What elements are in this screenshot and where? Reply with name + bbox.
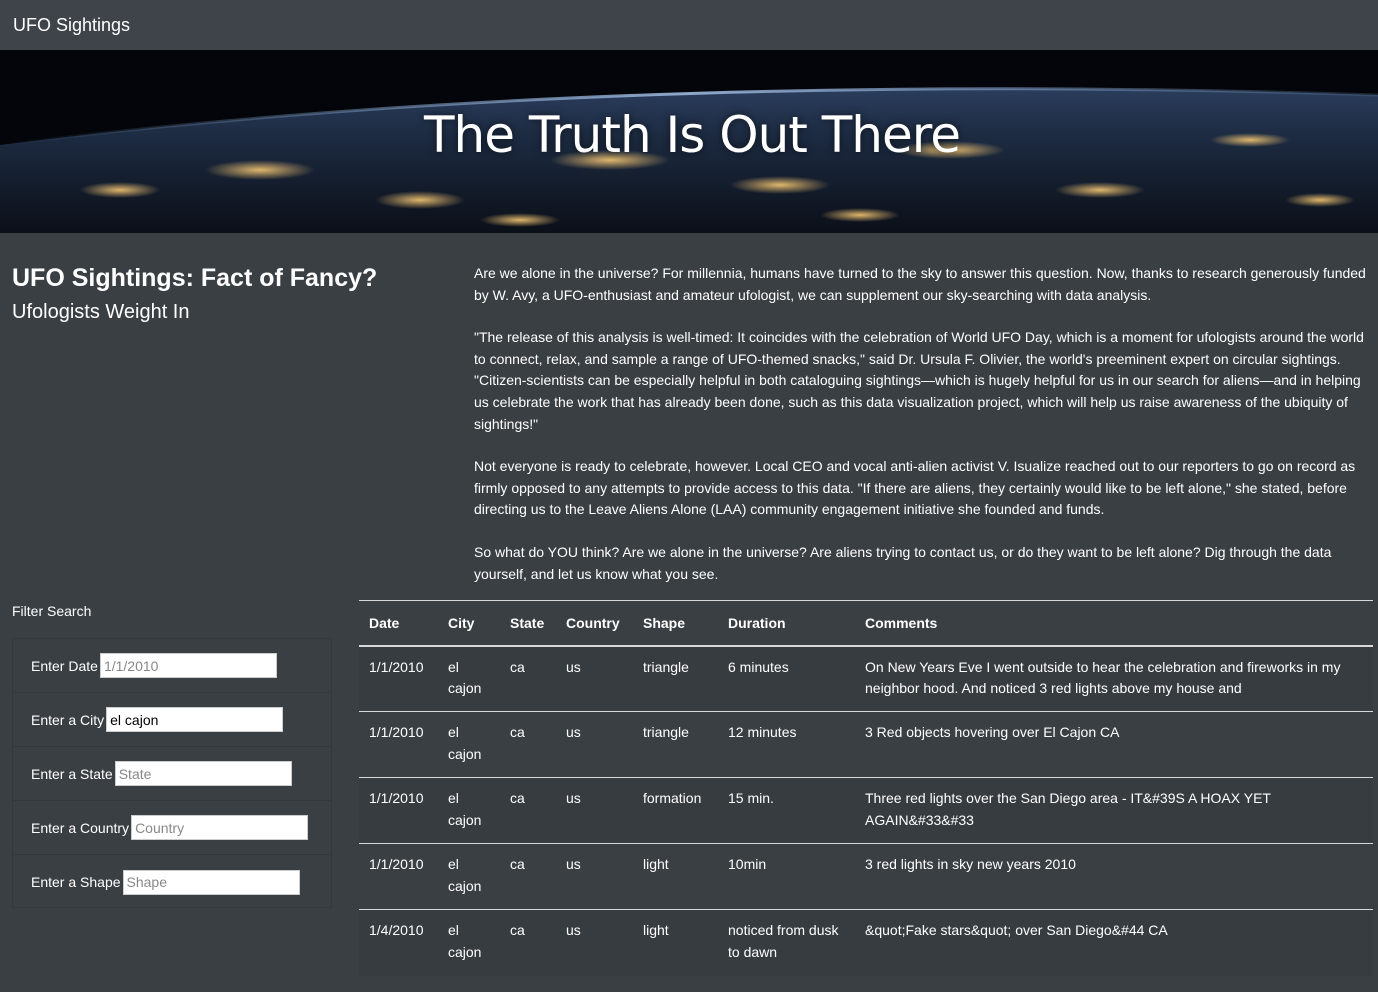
table-row: 1/1/2010 el cajon ca us triangle 12 minu… <box>359 711 1373 778</box>
article-body: Are we alone in the universe? For millen… <box>474 263 1370 606</box>
cell-city: el cajon <box>438 711 500 778</box>
navbar-brand-link[interactable]: UFO Sightings <box>13 15 130 36</box>
table-row: 1/4/2010 el cajon ca us light noticed fr… <box>359 909 1373 976</box>
filter-row-country: Enter a Country <box>13 801 331 855</box>
cell-state: ca <box>500 777 556 844</box>
cell-date: 1/1/2010 <box>359 645 438 712</box>
table-row: 1/1/2010 el cajon ca us triangle 6 minut… <box>359 645 1373 712</box>
column-header-state: State <box>500 600 556 647</box>
cell-shape: triangle <box>633 711 718 778</box>
cell-country: us <box>556 777 633 844</box>
date-filter-label: Enter Date <box>31 657 98 674</box>
cell-country: us <box>556 843 633 910</box>
filter-row-state: Enter a State <box>13 747 331 801</box>
hero-banner: The Truth Is Out There <box>0 50 1378 233</box>
cell-city: el cajon <box>438 645 500 712</box>
city-filter-input[interactable] <box>106 707 284 732</box>
cell-city: el cajon <box>438 909 500 976</box>
column-header-country: Country <box>556 600 633 647</box>
cell-date: 1/4/2010 <box>359 909 438 976</box>
state-filter-input[interactable] <box>114 761 292 786</box>
article-title-sub: Ufologists Weight In <box>12 301 190 323</box>
cell-date: 1/1/2010 <box>359 711 438 778</box>
filter-row-shape: Enter a Shape <box>13 855 331 909</box>
article-title: UFO Sightings: Fact of Fancy? Ufologists… <box>12 262 452 328</box>
top-navbar: UFO Sightings <box>0 0 1378 50</box>
city-filter-label: Enter a City <box>31 711 105 728</box>
cell-comments: 3 Red objects hovering over El Cajon CA <box>855 711 1373 778</box>
column-header-shape: Shape <box>633 600 718 647</box>
cell-state: ca <box>500 711 556 778</box>
cell-duration: 15 min. <box>718 777 855 844</box>
article-title-main: UFO Sightings: Fact of Fancy? <box>12 264 378 292</box>
column-header-duration: Duration <box>718 600 855 647</box>
cell-date: 1/1/2010 <box>359 777 438 844</box>
cell-country: us <box>556 645 633 712</box>
column-header-date: Date <box>359 600 438 647</box>
state-filter-label: Enter a State <box>31 765 113 782</box>
cell-state: ca <box>500 909 556 976</box>
cell-comments: &quot;Fake stars&quot; over San Diego&#4… <box>855 909 1373 976</box>
filter-search-heading: Filter Search <box>12 603 92 619</box>
cell-comments: On New Years Eve I went outside to hear … <box>855 645 1373 712</box>
article-paragraph: So what do YOU think? Are we alone in th… <box>474 543 1332 582</box>
cell-state: ca <box>500 645 556 712</box>
cell-duration: 6 minutes <box>718 645 855 712</box>
cell-country: us <box>556 711 633 778</box>
hero-title: The Truth Is Out There <box>424 106 961 164</box>
cell-city: el cajon <box>438 843 500 910</box>
filter-row-date: Enter Date <box>13 639 331 693</box>
ufo-sightings-table: Date City State Country Shape Duration C… <box>359 600 1373 976</box>
cell-country: us <box>556 909 633 976</box>
country-filter-label: Enter a Country <box>31 819 130 836</box>
table-row: 1/1/2010 el cajon ca us light 10min 3 re… <box>359 843 1373 910</box>
filter-row-city: Enter a City <box>13 693 331 747</box>
cell-shape: formation <box>633 777 718 844</box>
filter-panel: Enter Date Enter a City Enter a State En… <box>12 638 332 908</box>
shape-filter-label: Enter a Shape <box>31 874 121 890</box>
country-filter-input[interactable] <box>131 815 309 840</box>
cell-date: 1/1/2010 <box>359 843 438 910</box>
cell-duration: 10min <box>718 843 855 910</box>
date-filter-input[interactable] <box>99 653 277 678</box>
table-header-row: Date City State Country Shape Duration C… <box>359 600 1373 647</box>
cell-comments: Three red lights over the San Diego area… <box>855 777 1373 844</box>
cell-comments: 3 red lights in sky new years 2010 <box>855 843 1373 910</box>
article-paragraph: Are we alone in the universe? For millen… <box>474 265 1366 303</box>
cell-shape: light <box>633 843 718 910</box>
shape-filter-input[interactable] <box>122 869 300 895</box>
column-header-comments: Comments <box>855 600 1373 647</box>
article-paragraph: Not everyone is ready to celebrate, howe… <box>474 458 1356 518</box>
column-header-city: City <box>438 600 500 647</box>
cell-shape: triangle <box>633 645 718 712</box>
cell-duration: noticed from dusk to dawn <box>718 909 855 976</box>
cell-state: ca <box>500 843 556 910</box>
cell-duration: 12 minutes <box>718 711 855 778</box>
cell-city: el cajon <box>438 777 500 844</box>
table-row: 1/1/2010 el cajon ca us formation 15 min… <box>359 777 1373 844</box>
article-paragraph: "The release of this analysis is well-ti… <box>474 329 1364 432</box>
cell-shape: light <box>633 909 718 976</box>
